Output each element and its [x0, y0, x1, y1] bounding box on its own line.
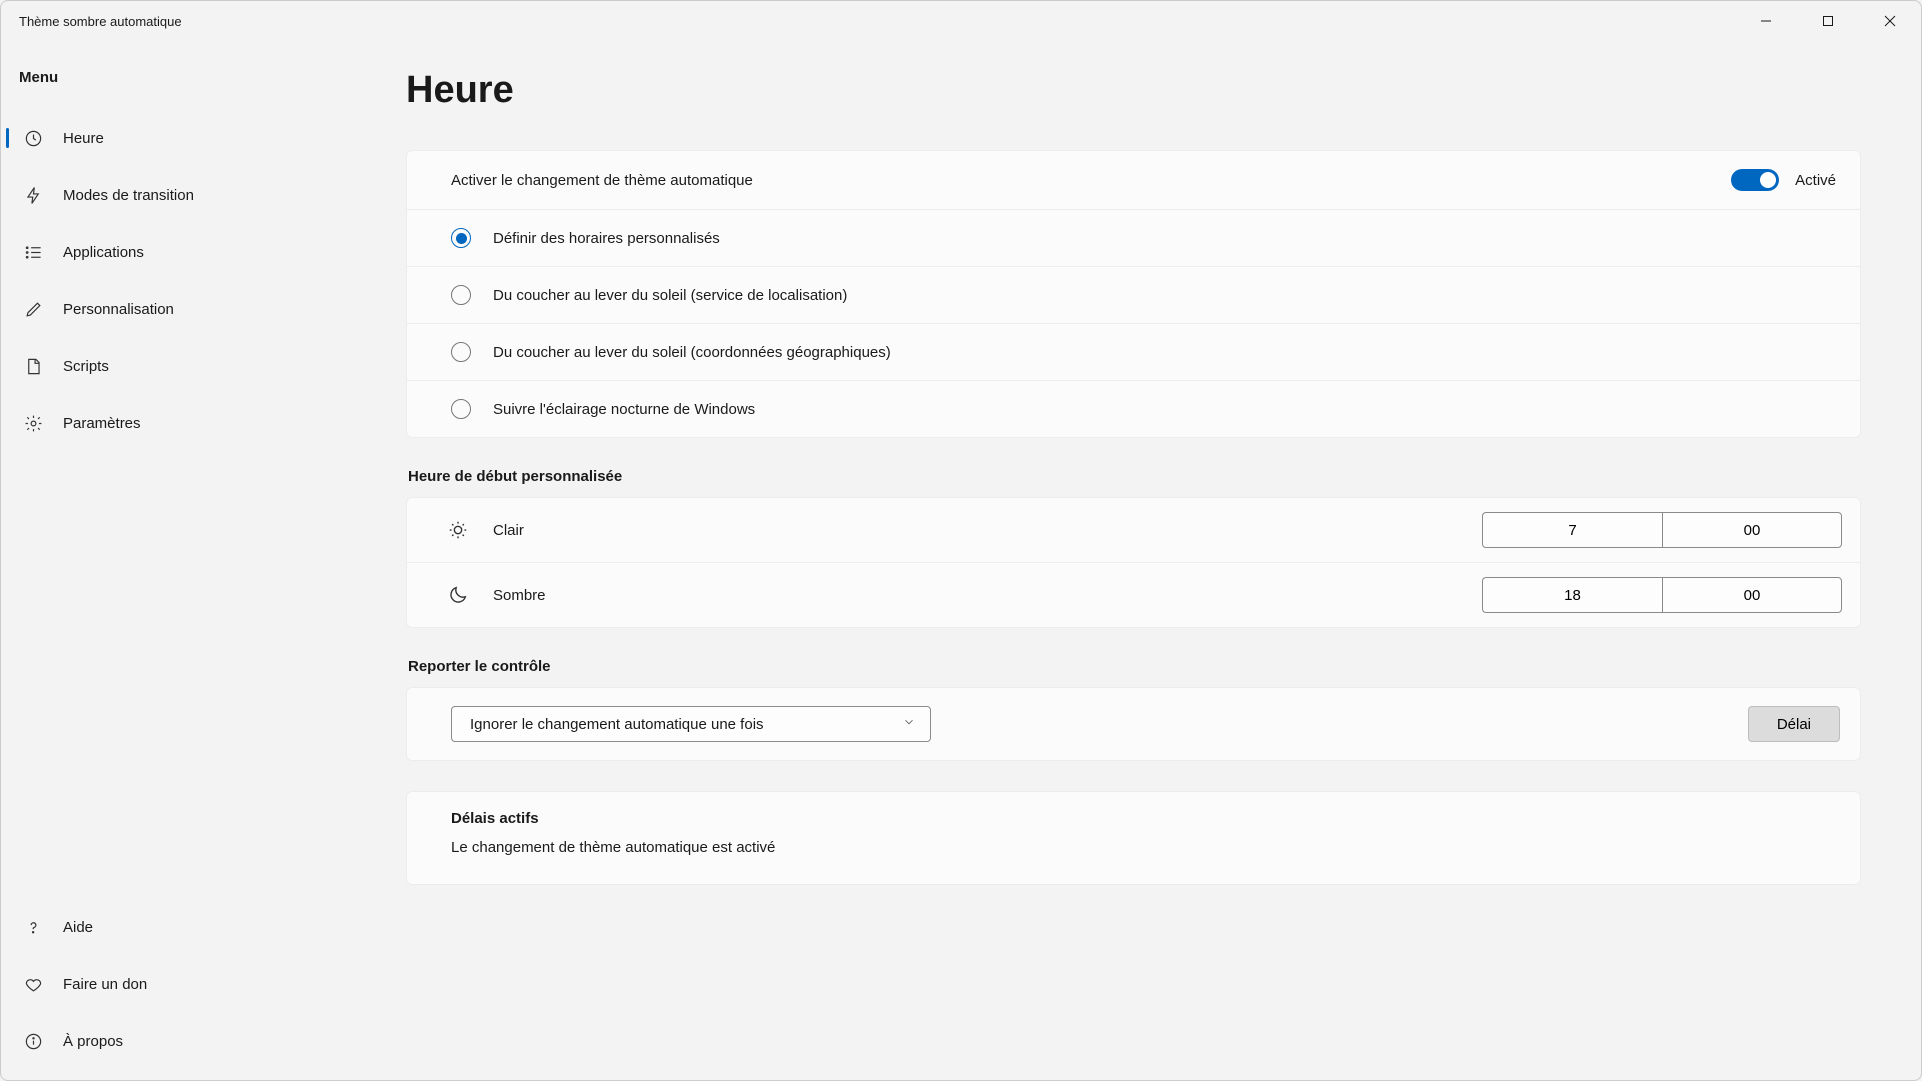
sidebar-item-label: Aide [63, 919, 93, 936]
help-icon [23, 918, 43, 938]
postpone-heading: Reporter le contrôle [408, 658, 1861, 675]
menu-heading: Menu [1, 69, 406, 110]
radio-label: Suivre l'éclairage nocturne de Windows [493, 401, 755, 418]
sidebar-item-settings[interactable]: Paramètres [1, 395, 406, 452]
sidebar-item-label: Applications [63, 244, 144, 261]
sidebar-item-label: Heure [63, 130, 104, 147]
window-title: Thème sombre automatique [19, 14, 182, 29]
page-title: Heure [406, 69, 1861, 112]
dark-minute-input[interactable] [1662, 577, 1842, 613]
sidebar-item-time[interactable]: Heure [1, 110, 406, 167]
dark-hour-input[interactable] [1482, 577, 1662, 613]
radio-label: Du coucher au lever du soleil (coordonné… [493, 344, 891, 361]
main-content: Heure Activer le changement de thème aut… [406, 41, 1921, 1080]
document-icon [23, 357, 43, 377]
info-icon [23, 1032, 43, 1052]
active-delays-text: Le changement de thème automatique est a… [451, 839, 1836, 856]
auto-switch-card: Activer le changement de thème automatiq… [406, 150, 1861, 438]
radio-geo-coords[interactable] [451, 342, 471, 362]
sidebar: Menu Heure Modes de transition [1, 41, 406, 1080]
radio-custom-hours[interactable] [451, 228, 471, 248]
sidebar-item-label: Scripts [63, 358, 109, 375]
sidebar-item-apps[interactable]: Applications [1, 224, 406, 281]
auto-switch-label: Activer le changement de thème automatiq… [451, 172, 753, 189]
list-icon [23, 243, 43, 263]
moon-icon [445, 584, 471, 606]
chevron-down-icon [902, 715, 916, 733]
light-minute-input[interactable] [1662, 512, 1842, 548]
sidebar-item-help[interactable]: Aide [1, 899, 406, 956]
radio-night-light[interactable] [451, 399, 471, 419]
sidebar-item-about[interactable]: À propos [1, 1013, 406, 1070]
active-delays-card: Délais actifs Le changement de thème aut… [406, 791, 1861, 885]
custom-start-card: Clair Sombre [406, 497, 1861, 628]
sidebar-item-donate[interactable]: Faire un don [1, 956, 406, 1013]
postpone-card: Ignorer le changement automatique une fo… [406, 687, 1861, 761]
pencil-icon [23, 300, 43, 320]
sidebar-item-personalization[interactable]: Personnalisation [1, 281, 406, 338]
titlebar: Thème sombre automatique [1, 1, 1921, 41]
sidebar-item-label: Faire un don [63, 976, 147, 993]
postpone-select-value: Ignorer le changement automatique une fo… [470, 716, 764, 733]
gear-icon [23, 414, 43, 434]
clock-icon [23, 129, 43, 149]
radio-label: Du coucher au lever du soleil (service d… [493, 287, 847, 304]
sidebar-item-label: Modes de transition [63, 187, 194, 204]
custom-start-heading: Heure de début personnalisée [408, 468, 1861, 485]
sidebar-item-transition[interactable]: Modes de transition [1, 167, 406, 224]
dark-label: Sombre [493, 587, 546, 604]
postpone-select[interactable]: Ignorer le changement automatique une fo… [451, 706, 931, 742]
auto-switch-state: Activé [1795, 172, 1836, 189]
auto-switch-toggle[interactable] [1731, 169, 1779, 191]
sidebar-item-label: Personnalisation [63, 301, 174, 318]
sidebar-item-label: À propos [63, 1033, 123, 1050]
delay-button[interactable]: Délai [1748, 706, 1840, 742]
close-button[interactable] [1859, 1, 1921, 41]
sun-icon [445, 519, 471, 541]
maximize-button[interactable] [1797, 1, 1859, 41]
radio-label: Définir des horaires personnalisés [493, 230, 720, 247]
lightning-icon [23, 186, 43, 206]
sidebar-item-scripts[interactable]: Scripts [1, 338, 406, 395]
sidebar-item-label: Paramètres [63, 415, 141, 432]
light-label: Clair [493, 522, 524, 539]
active-delays-heading: Délais actifs [451, 810, 1836, 827]
heart-icon [23, 975, 43, 995]
minimize-button[interactable] [1735, 1, 1797, 41]
radio-location-service[interactable] [451, 285, 471, 305]
light-hour-input[interactable] [1482, 512, 1662, 548]
